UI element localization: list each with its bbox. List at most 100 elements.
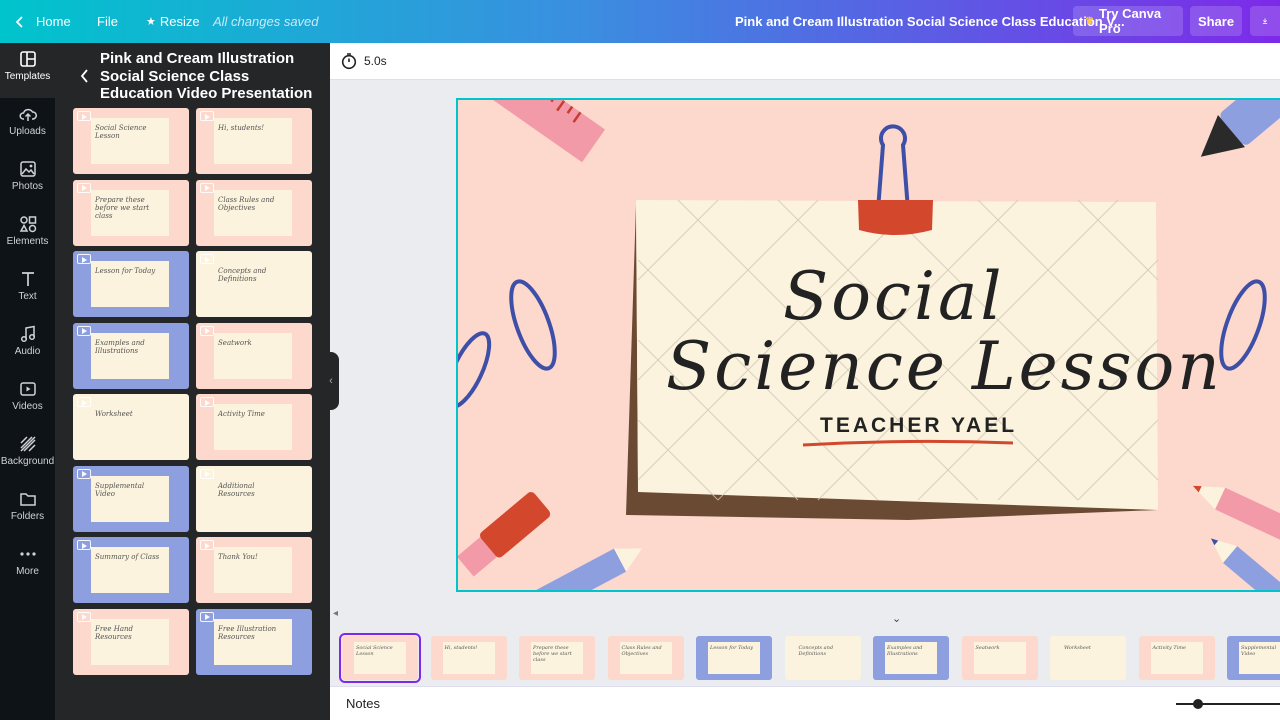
video-badge-icon bbox=[77, 468, 91, 479]
template-page-thumb[interactable]: Free Hand Resources bbox=[73, 608, 189, 675]
sidebar-label: Audio bbox=[14, 346, 41, 357]
sidebar-label: Photos bbox=[11, 181, 44, 192]
template-page-thumb[interactable]: Free Illustration Resources bbox=[196, 608, 312, 675]
thumb-heading: Thank You! bbox=[218, 553, 258, 561]
document-title[interactable]: Pink and Cream Illustration Social Scien… bbox=[735, 0, 1125, 43]
home-label: Home bbox=[36, 14, 71, 29]
thumb-heading: Activity Time bbox=[218, 410, 265, 418]
template-page-thumb[interactable]: Prepare these before we start class bbox=[73, 179, 189, 246]
video-badge-icon bbox=[200, 325, 214, 336]
filmstrip-page[interactable]: Worksheet bbox=[1050, 636, 1126, 680]
template-page-thumb[interactable]: Worksheet bbox=[73, 394, 189, 460]
template-page-thumb[interactable]: Class Rules and Objectives bbox=[196, 179, 312, 246]
zoom-slider[interactable] bbox=[1176, 703, 1280, 705]
file-menu-button[interactable]: File bbox=[97, 0, 118, 43]
page-filmstrip: ◂ ⌄ Social Science Lesson Hi, students! Pr… bbox=[330, 608, 1280, 686]
filmstrip-page[interactable]: Hi, students! bbox=[430, 636, 507, 680]
filmstrip-page[interactable]: Social Science Lesson bbox=[339, 633, 421, 683]
collapse-panel-button[interactable]: ‹ bbox=[323, 352, 339, 410]
home-button[interactable]: Home bbox=[14, 0, 71, 43]
sidebar-item-more[interactable]: More bbox=[0, 538, 55, 593]
thumb-heading: Supplemental Video bbox=[1241, 645, 1277, 657]
sidebar-item-folders[interactable]: Folders bbox=[0, 483, 55, 538]
template-page-thumb[interactable]: Supplemental Video bbox=[73, 465, 189, 532]
shapes-icon bbox=[19, 216, 36, 233]
filmstrip-page[interactable]: Examples and Illustrations bbox=[873, 636, 949, 680]
back-button[interactable] bbox=[79, 68, 91, 89]
sidebar-item-videos[interactable]: Videos bbox=[0, 373, 55, 428]
thumb-heading: Concepts and Definitions bbox=[218, 267, 267, 283]
thumb-heading: Examples and Illustrations bbox=[95, 338, 145, 355]
sidebar-label: More bbox=[16, 566, 39, 577]
crown-icon: ♛ bbox=[1085, 15, 1094, 27]
resize-button[interactable]: ★ Resize bbox=[146, 0, 200, 43]
notes-bar: Notes bbox=[330, 686, 1280, 720]
video-badge-icon bbox=[77, 182, 91, 193]
sidebar-item-background[interactable]: Background bbox=[0, 428, 55, 483]
thumb-heading: Examples and Illustrations bbox=[887, 645, 923, 657]
sidebar-item-photos[interactable]: Photos bbox=[0, 153, 55, 208]
thumb-heading: Social Science Lesson bbox=[356, 645, 393, 657]
template-page-thumb[interactable]: Examples and Illustrations bbox=[73, 322, 189, 389]
filmstrip-page[interactable]: Class Rules and Objectives bbox=[607, 636, 684, 680]
more-dots-icon bbox=[19, 552, 36, 556]
timing-button[interactable]: 5.0s bbox=[340, 52, 387, 70]
filmstrip-page[interactable]: Seatwork bbox=[961, 636, 1038, 680]
try-pro-label: Try Canva Pro bbox=[1098, 6, 1162, 36]
filmstrip-page[interactable]: Lesson for Today bbox=[696, 636, 772, 680]
sidebar-item-audio[interactable]: Audio bbox=[0, 318, 55, 373]
try-canva-pro-button[interactable]: ♛ Try Canva Pro bbox=[1073, 6, 1183, 36]
template-page-thumb[interactable]: Additional Resources bbox=[196, 465, 312, 532]
thumb-heading: Worksheet bbox=[1064, 645, 1091, 651]
template-page-thumb[interactable]: Seatwork bbox=[196, 322, 312, 389]
video-badge-icon bbox=[77, 325, 91, 336]
template-page-thumb[interactable]: Concepts and Definitions bbox=[196, 251, 312, 317]
template-page-thumb[interactable]: Social Science Lesson bbox=[73, 108, 189, 174]
duration-label: 5.0s bbox=[364, 54, 387, 68]
thumb-heading: Concepts and Definitions bbox=[798, 645, 834, 657]
sidebar-item-templates[interactable]: Templates bbox=[0, 43, 55, 98]
filmstrip-page[interactable]: Concepts and Definitions bbox=[784, 636, 861, 680]
video-badge-icon bbox=[200, 468, 214, 479]
slide-title-line1[interactable]: Social bbox=[783, 258, 1004, 335]
video-badge-icon bbox=[77, 111, 91, 121]
sidebar-label: Folders bbox=[10, 511, 45, 522]
thumb-heading: Class Rules and Objectives bbox=[621, 645, 662, 657]
slide-title-line2[interactable]: Science Lesson bbox=[666, 328, 1223, 405]
sidebar-item-uploads[interactable]: Uploads bbox=[0, 98, 55, 153]
share-button[interactable]: Share bbox=[1190, 6, 1242, 36]
download-button[interactable] bbox=[1250, 6, 1280, 36]
sidebar-label: Templates bbox=[4, 71, 51, 82]
video-badge-icon bbox=[77, 540, 91, 550]
sidebar-label: Uploads bbox=[9, 126, 46, 137]
expand-filmstrip-button[interactable]: ⌄ bbox=[892, 612, 908, 625]
template-page-thumb[interactable]: Activity Time bbox=[196, 394, 312, 460]
image-icon bbox=[19, 161, 36, 177]
filmstrip-page[interactable]: Supplemental Video bbox=[1227, 636, 1280, 680]
slide-subtitle[interactable]: TEACHER YAEL bbox=[820, 414, 1017, 438]
chevron-left-icon: ‹ bbox=[329, 375, 333, 387]
template-page-thumb[interactable]: Thank You! bbox=[196, 537, 312, 603]
notes-button[interactable]: Notes bbox=[346, 696, 380, 711]
thumb-heading: Worksheet bbox=[95, 410, 133, 418]
thumb-heading: Additional Resources bbox=[218, 481, 255, 498]
thumb-heading: Prepare these before we start class bbox=[95, 195, 150, 220]
template-page-thumb[interactable]: Hi, students! bbox=[196, 108, 312, 174]
filmstrip-page[interactable]: Activity Time bbox=[1138, 636, 1215, 680]
slide-canvas[interactable]: Social Science Lesson TEACHER YAEL bbox=[456, 98, 1280, 592]
sidebar-item-elements[interactable]: Elements bbox=[0, 208, 55, 263]
video-badge-icon bbox=[200, 111, 214, 121]
thumb-heading: Prepare these before we start class bbox=[533, 645, 572, 663]
sidebar-item-text[interactable]: Text bbox=[0, 263, 55, 318]
template-page-thumb[interactable]: Lesson for Today bbox=[73, 251, 189, 317]
crown-icon: ★ bbox=[146, 16, 156, 28]
template-page-thumb[interactable]: Summary of Class bbox=[73, 537, 189, 603]
filmstrip-page[interactable]: Prepare these before we start class bbox=[519, 636, 595, 680]
thumb-heading: Supplemental Video bbox=[95, 481, 145, 498]
cloud-upload-icon bbox=[19, 108, 37, 121]
share-label: Share bbox=[1197, 13, 1235, 29]
timer-icon bbox=[341, 53, 357, 70]
scroll-left-icon[interactable]: ◂ bbox=[333, 608, 338, 619]
zoom-slider-handle[interactable] bbox=[1193, 699, 1203, 709]
sidebar-label: Text bbox=[18, 291, 37, 302]
